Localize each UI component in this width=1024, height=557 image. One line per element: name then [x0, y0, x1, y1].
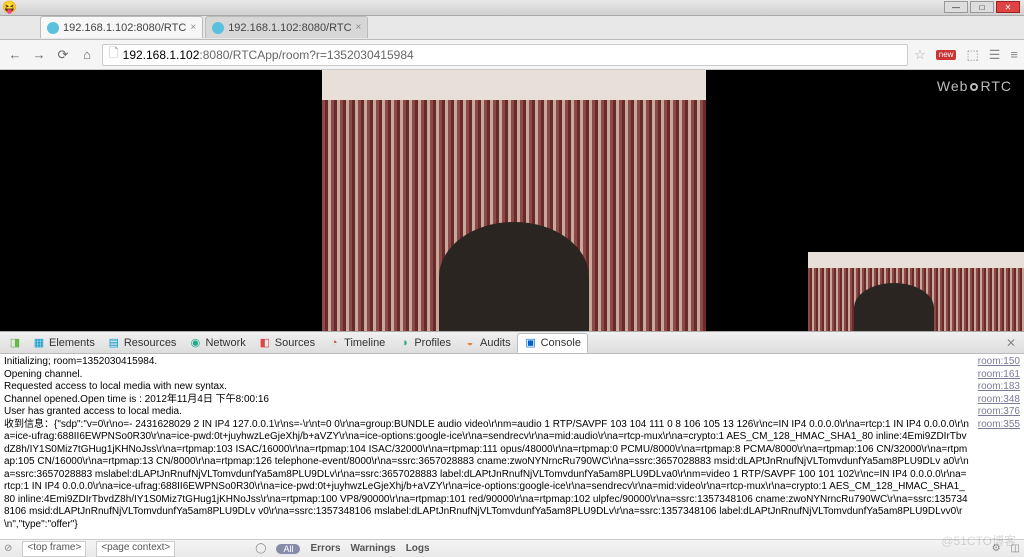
filter-warnings[interactable]: Warnings [351, 543, 396, 554]
tab-audits[interactable]: ◒Audits [457, 333, 517, 353]
tab-timeline[interactable]: ◔Timeline [321, 333, 391, 353]
console-line: Initializing; room=1352030415984. [4, 356, 970, 369]
tab-title: 192.168.1.102:8080/RTC [63, 22, 186, 34]
tab-console[interactable]: ▣Console [517, 333, 588, 353]
source-link[interactable]: room:183 [978, 381, 1020, 394]
source-link[interactable]: room:376 [978, 406, 1020, 419]
forward-icon[interactable]: → [30, 47, 48, 62]
tab-profiles[interactable]: ◑Profiles [391, 333, 457, 353]
tab-active[interactable]: 192.168.1.102:8080/RTC × [40, 16, 203, 38]
source-link[interactable]: room:348 [978, 394, 1020, 407]
frame-select[interactable]: <top frame> [22, 541, 86, 557]
wrench-icon[interactable]: ⬚ [966, 47, 978, 63]
close-icon[interactable]: × [190, 22, 196, 33]
source-link[interactable]: room:150 [978, 356, 1020, 369]
tab-favicon [47, 22, 59, 34]
bookmark-icon[interactable]: ☆ [914, 47, 926, 63]
nav-bar: ← → ⟳ ⌂ 🗋 192.168.1.102 :8080/RTCApp/roo… [0, 40, 1024, 70]
console-footer: ⊘ <top frame> <page context> ◯ All Error… [0, 539, 1024, 557]
settings-icon[interactable]: ☰ [989, 47, 1001, 63]
menu-icon[interactable]: ≡ [1010, 47, 1018, 62]
filter-all[interactable]: All [276, 544, 300, 554]
window-title-bar: 😝 — □ ✕ [0, 0, 1024, 16]
devtools-close-icon[interactable]: ✕ [1006, 336, 1016, 350]
back-icon[interactable]: ← [6, 47, 24, 62]
dock-icon[interactable]: ◫ [1011, 543, 1020, 554]
settings-gear-icon[interactable]: ⚙ [992, 543, 1001, 554]
url-host: 192.168.1.102 [123, 48, 200, 62]
minimize-button[interactable]: — [944, 1, 968, 13]
webrtc-logo: WebRTC [937, 78, 1012, 94]
console-output[interactable]: Initializing; room=1352030415984. room:15… [0, 354, 1024, 539]
console-sdp-offer: 收到信息：{"sdp":"v=0\r\no=- 2431628029 2 IN … [4, 419, 970, 532]
filter-logs[interactable]: Logs [406, 543, 430, 554]
home-icon[interactable]: ⌂ [78, 47, 96, 62]
tab-elements[interactable]: ▦Elements [26, 333, 101, 353]
console-line: Requested access to local media with new… [4, 381, 970, 394]
close-icon[interactable]: × [356, 22, 362, 33]
inspect-icon[interactable]: ◨ [8, 336, 22, 350]
context-select[interactable]: <page context> [96, 541, 175, 557]
network-icon: ◉ [188, 336, 202, 350]
elements-icon: ▦ [32, 336, 46, 350]
maximize-button[interactable]: □ [970, 1, 994, 13]
new-badge: new [936, 50, 957, 60]
globe-icon: 🗋 [109, 44, 119, 65]
local-video [808, 252, 1024, 333]
tab-inactive[interactable]: 192.168.1.102:8080/RTC × [205, 16, 368, 38]
reload-icon[interactable]: ⟳ [54, 47, 72, 63]
url-path: :8080/RTCApp/room?r=1352030415984 [199, 48, 413, 62]
console-line: User has granted access to local media. [4, 406, 970, 419]
source-link[interactable]: room:355 [978, 419, 1020, 432]
app-icon: 😝 [2, 0, 17, 14]
console-icon: ▣ [524, 336, 538, 350]
audits-icon: ◒ [463, 336, 477, 350]
clear-icon[interactable]: ⊘ [4, 543, 12, 554]
tab-sources[interactable]: ◧Sources [252, 333, 321, 353]
timeline-icon: ◔ [327, 336, 341, 350]
url-input[interactable]: 🗋 192.168.1.102 :8080/RTCApp/room?r=1352… [102, 44, 908, 66]
devtools-panel: ◨ ▦Elements ▤Resources ◉Network ◧Sources… [0, 331, 1024, 557]
console-line: Channel opened.Open time is : 2012年11月4日… [4, 394, 970, 407]
tab-network[interactable]: ◉Network [182, 333, 251, 353]
tab-resources[interactable]: ▤Resources [101, 333, 183, 353]
profiles-icon: ◑ [397, 336, 411, 350]
source-link[interactable]: room:161 [978, 369, 1020, 382]
browser-tabs: 192.168.1.102:8080/RTC × 192.168.1.102:8… [0, 16, 1024, 40]
devtools-toolbar: ◨ ▦Elements ▤Resources ◉Network ◧Sources… [0, 332, 1024, 354]
resources-icon: ▤ [107, 336, 121, 350]
close-button[interactable]: ✕ [996, 1, 1020, 13]
tab-favicon [212, 22, 224, 34]
filter-icon[interactable]: ◯ [255, 543, 266, 554]
tab-title: 192.168.1.102:8080/RTC [228, 22, 351, 34]
video-area: WebRTC Hang up [0, 70, 1024, 351]
sources-icon: ◧ [258, 336, 272, 350]
filter-errors[interactable]: Errors [310, 543, 340, 554]
console-line: Opening channel. [4, 369, 970, 382]
remote-video [322, 70, 706, 332]
